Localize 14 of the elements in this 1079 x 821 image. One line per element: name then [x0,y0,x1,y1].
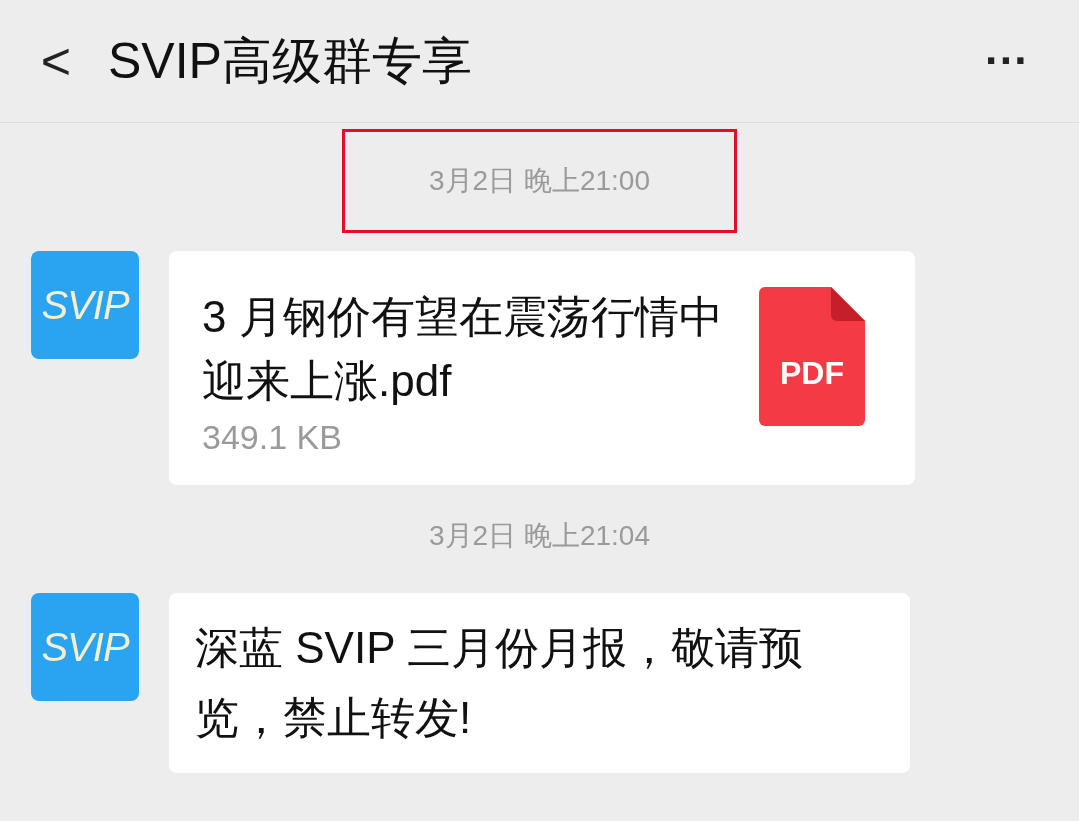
avatar-text: SVIP [41,624,129,671]
file-size: 349.1 KB [202,417,343,458]
file-type-label: PDF [779,357,845,389]
timestamp: 3月2日 晚上21:00 [342,129,737,233]
back-button[interactable]: < [36,35,76,87]
message-bubble[interactable]: 深蓝 SVIP 三月份月报，敬请预览，禁止转发! [169,593,910,773]
chat-title: SVIP高级群专享 [108,31,473,91]
pdf-file-icon [759,287,865,426]
timestamp: 3月2日 晚上21:04 [429,519,650,553]
more-button[interactable]: ··· [985,39,1029,83]
avatar-text: SVIP [41,282,129,329]
message-text: 深蓝 SVIP 三月份月报，敬请预览，禁止转发! [195,622,804,744]
file-message-bubble[interactable]: 3 月钢价有望在震荡行情中迎来上涨.pdf 349.1 KB PDF [169,251,915,485]
file-name: 3 月钢价有望在震荡行情中迎来上涨.pdf [202,291,724,407]
